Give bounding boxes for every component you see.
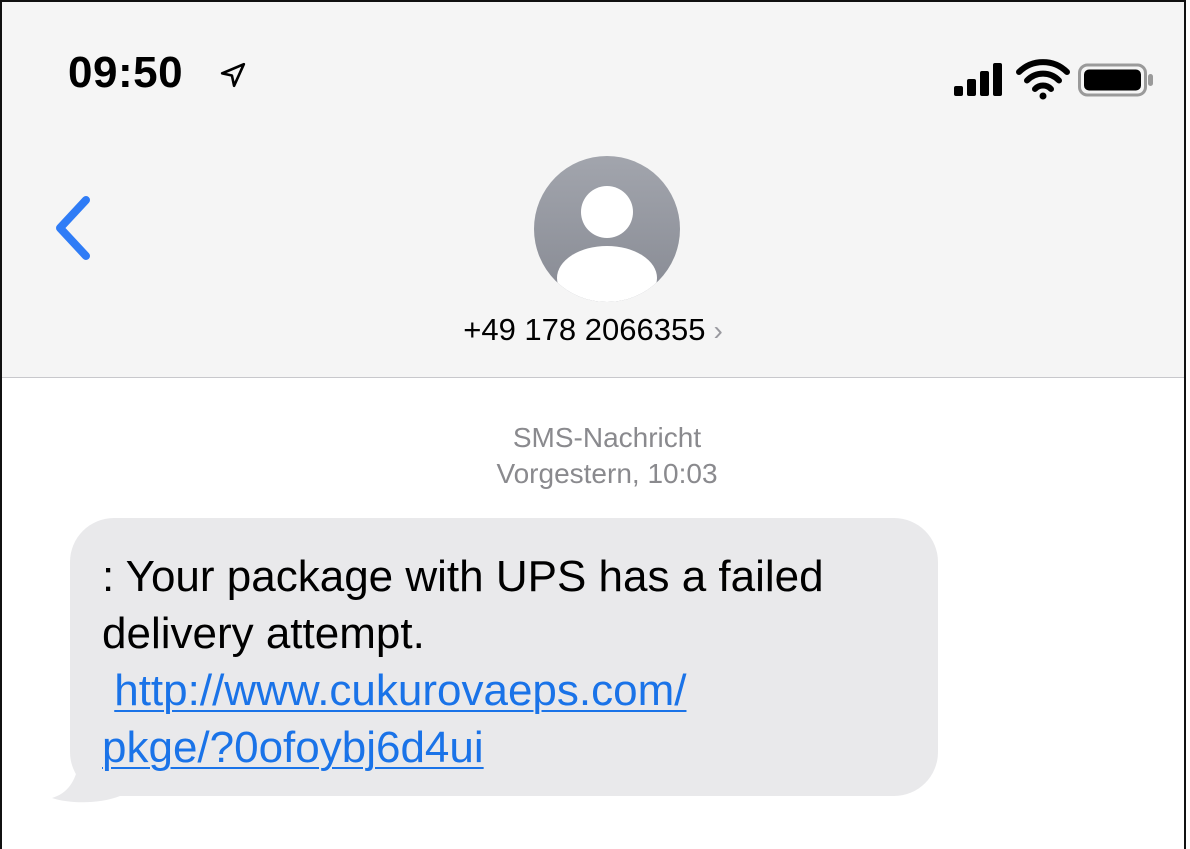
person-placeholder-icon	[557, 186, 657, 302]
battery-icon	[1078, 63, 1153, 97]
messages-screen: 09:50 +49 178 2066355 › SMS-Nachricht Vo…	[0, 0, 1186, 849]
contact-avatar[interactable]	[534, 156, 680, 302]
contact-details-link[interactable]: +49 178 2066355 ›	[2, 312, 1184, 348]
message-link-line1: http://www.cukurovaeps.com/	[114, 666, 687, 715]
message-meta: SMS-Nachricht Vorgestern, 10:03	[2, 420, 1184, 492]
chevron-left-icon	[56, 196, 90, 260]
wifi-icon	[1016, 59, 1070, 100]
message-text: : Your package with UPS has a failed del…	[102, 552, 824, 658]
message-timestamp: Vorgestern, 10:03	[496, 458, 718, 489]
location-arrow-icon	[220, 62, 246, 88]
back-button[interactable]	[48, 192, 98, 264]
message-bubble[interactable]: : Your package with UPS has a failed del…	[70, 518, 938, 796]
message-link[interactable]: http://www.cukurovaeps.com/pkge/?0ofoybj…	[102, 666, 686, 772]
message-bubble-container: : Your package with UPS has a failed del…	[50, 518, 950, 808]
conversation-header: 09:50 +49 178 2066355 ›	[2, 2, 1184, 378]
message-type-label: SMS-Nachricht	[512, 422, 702, 453]
cellular-signal-icon	[954, 63, 1002, 96]
status-time: 09:50	[68, 48, 184, 97]
message-link-line2: pkge/?0ofoybj6d4ui	[102, 723, 484, 772]
contact-number: +49 178 2066355	[463, 312, 706, 347]
chevron-right-icon: ›	[713, 315, 723, 346]
